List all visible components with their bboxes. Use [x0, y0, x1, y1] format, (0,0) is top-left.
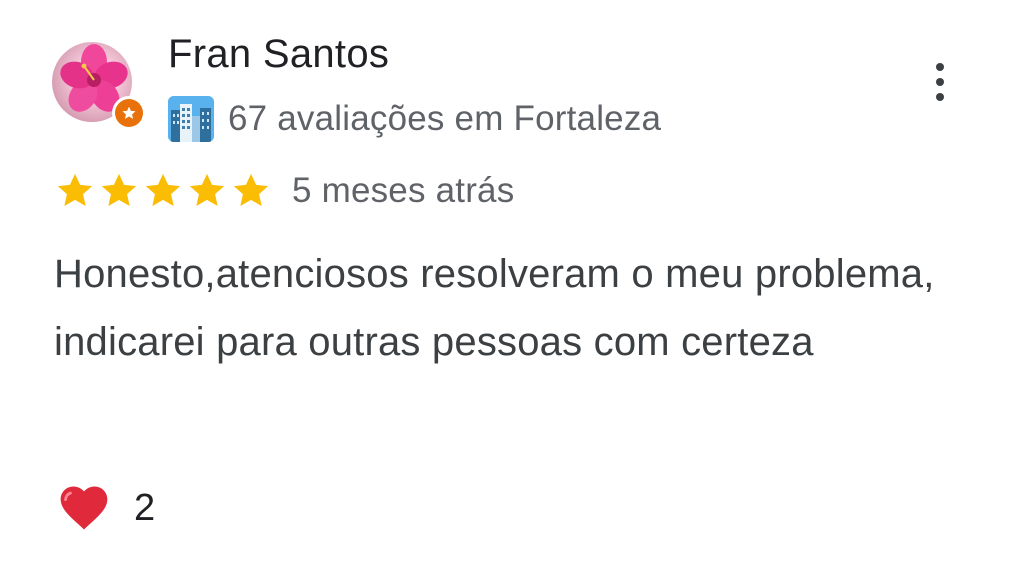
more-vert-icon-dot: [936, 78, 944, 86]
star-rating: [54, 170, 272, 212]
rating-row: 5 meses atrás: [54, 166, 514, 216]
star-icon: [101, 173, 137, 207]
review-card: Fran Santos 67 avaliações em Fortaleza 5…: [0, 0, 1024, 580]
reviewer-name[interactable]: Fran Santos: [168, 32, 389, 77]
star-icon: [233, 173, 269, 207]
more-options-button[interactable]: [920, 58, 960, 106]
local-guide-star-icon: [122, 106, 136, 119]
more-vert-icon-dot: [936, 93, 944, 101]
more-vert-icon: [936, 63, 944, 71]
star-icon: [189, 173, 225, 207]
reaction-count: 2: [134, 486, 156, 529]
review-time: 5 meses atrás: [292, 171, 515, 210]
cityscape-icon: [168, 96, 214, 142]
star-icon: [145, 173, 181, 207]
heart-icon: [60, 486, 108, 530]
reviewer-avatar[interactable]: [52, 42, 146, 130]
reviewer-review-count: 67 avaliações em Fortaleza: [228, 99, 662, 138]
local-guide-badge: [112, 96, 146, 130]
star-icon: [57, 173, 93, 207]
reaction-button[interactable]: 2: [56, 478, 155, 538]
reviewer-meta[interactable]: 67 avaliações em Fortaleza: [168, 96, 661, 142]
review-text: Honesto,atenciosos resolveram o meu prob…: [54, 252, 935, 364]
